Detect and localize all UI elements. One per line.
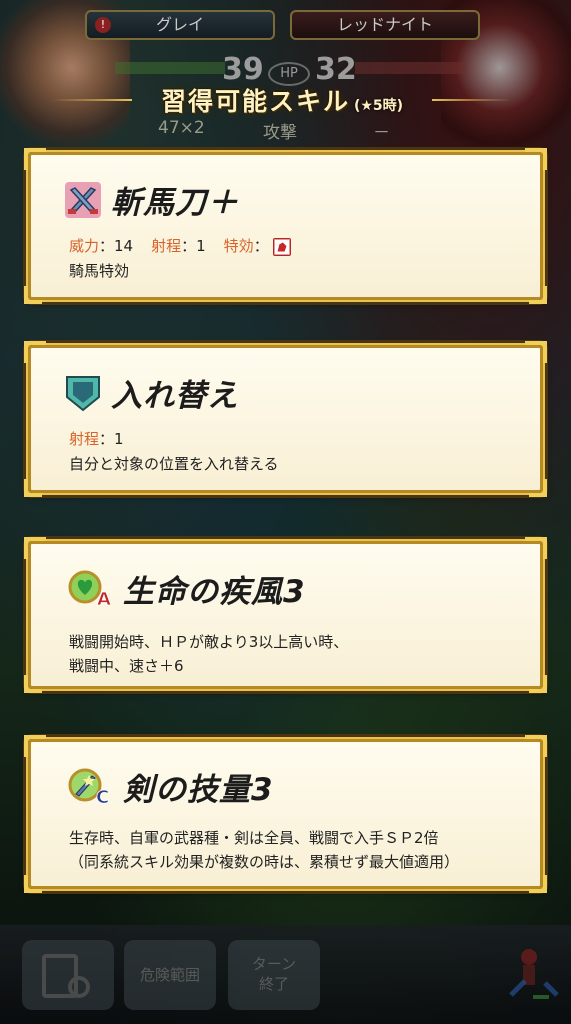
left-unit-name: グレイ <box>155 15 204 34</box>
attack-label: 攻撃 <box>263 123 297 143</box>
range-label: 射程 <box>151 237 182 255</box>
weapon-stats: 威力：14 射程：1 特効： <box>69 235 291 256</box>
effective-separator: ： <box>253 237 269 255</box>
passive-a-icon: A <box>68 570 111 609</box>
title-ornament-right <box>432 99 512 101</box>
skill-description-line-2: 戦闘中、速さ＋6 <box>69 657 184 675</box>
skill-name: 剣の技量3 <box>123 772 274 808</box>
assist-shield-icon <box>66 375 100 411</box>
might-value: ：14 <box>99 237 134 255</box>
end-turn-label-line-2: 終了 <box>258 975 289 993</box>
skill-card-weapon[interactable]: 斬馬刀＋ 威力：14 射程：1 特効： 騎馬特効 <box>24 148 547 304</box>
left-unit-name-plate: ! グレイ <box>85 10 275 40</box>
title-text: 習得可能スキル <box>160 87 350 116</box>
skill-name: 入れ替え <box>111 378 239 414</box>
settings-menu-button[interactable] <box>22 940 114 1010</box>
weapon-swords-icon <box>65 181 101 218</box>
skill-description: 騎馬特効 <box>69 262 130 280</box>
cavalry-effective-icon <box>272 237 291 256</box>
svg-text:A: A <box>97 589 111 609</box>
might-label: 威力 <box>69 237 100 255</box>
right-attack-value: － <box>373 123 390 143</box>
skill-card-passive-c[interactable]: C 剣の技量3 生存時、自軍の武器種・剣は全員、戦闘で入手ＳＰ2倍 （同系統スキ… <box>24 735 547 893</box>
left-attack-value: 47×2 <box>158 118 205 138</box>
end-turn-button[interactable]: ターン 終了 <box>228 940 320 1010</box>
range-value: ：1 <box>181 237 206 255</box>
skill-description-line-1: 生存時、自軍の武器種・剣は全員、戦闘で入手ＳＰ2倍 <box>69 829 439 847</box>
effective-label: 特効 <box>223 237 254 255</box>
assist-stats: 射程：1 <box>69 428 124 449</box>
passive-c-icon: C <box>68 768 110 807</box>
bottom-menu-bar: 危険範囲 ターン 終了 <box>0 925 571 1024</box>
title-subtext: (★5時) <box>353 98 404 114</box>
right-unit-name-plate: レッドナイト <box>290 10 480 40</box>
swap-units-icon[interactable] <box>505 945 561 1005</box>
left-hp-bar <box>115 62 225 74</box>
range-value: ：1 <box>99 430 124 448</box>
skill-card-assist[interactable]: 入れ替え 射程：1 自分と対象の位置を入れ替える <box>24 341 547 497</box>
skill-name: 生命の疾風3 <box>123 574 306 610</box>
skill-description-line-2: （同系統スキル効果が複数の時は、累積せず最大値適用） <box>69 853 460 871</box>
skill-name: 斬馬刀＋ <box>111 185 239 221</box>
skill-description: 生存時、自軍の武器種・剣は全員、戦闘で入手ＳＰ2倍 （同系統スキル効果が複数の時… <box>69 826 459 874</box>
gear-icon <box>68 976 90 998</box>
range-label: 射程 <box>69 430 100 448</box>
right-hp-bar <box>355 62 465 74</box>
skill-description: 戦闘開始時、ＨＰが敵より3以上高い時、 戦闘中、速さ＋6 <box>69 630 348 678</box>
title-ornament-left <box>52 99 132 101</box>
learnable-skills-title: 習得可能スキル (★5時) <box>52 82 512 118</box>
combat-forecast-bar: ! グレイ レッドナイト 39 HP 32 47×2 攻撃 － <box>0 0 571 150</box>
danger-area-button[interactable]: 危険範囲 <box>124 940 216 1010</box>
warning-icon: ! <box>95 17 111 33</box>
skill-card-passive-a[interactable]: A 生命の疾風3 戦闘開始時、ＨＰが敵より3以上高い時、 戦闘中、速さ＋6 <box>24 537 547 693</box>
skill-description: 自分と対象の位置を入れ替える <box>69 455 279 473</box>
right-unit-name: レッドナイト <box>336 15 433 34</box>
skill-description-line-1: 戦闘開始時、ＨＰが敵より3以上高い時、 <box>69 633 349 651</box>
end-turn-label-line-1: ターン <box>251 955 297 973</box>
svg-text:C: C <box>96 787 109 807</box>
